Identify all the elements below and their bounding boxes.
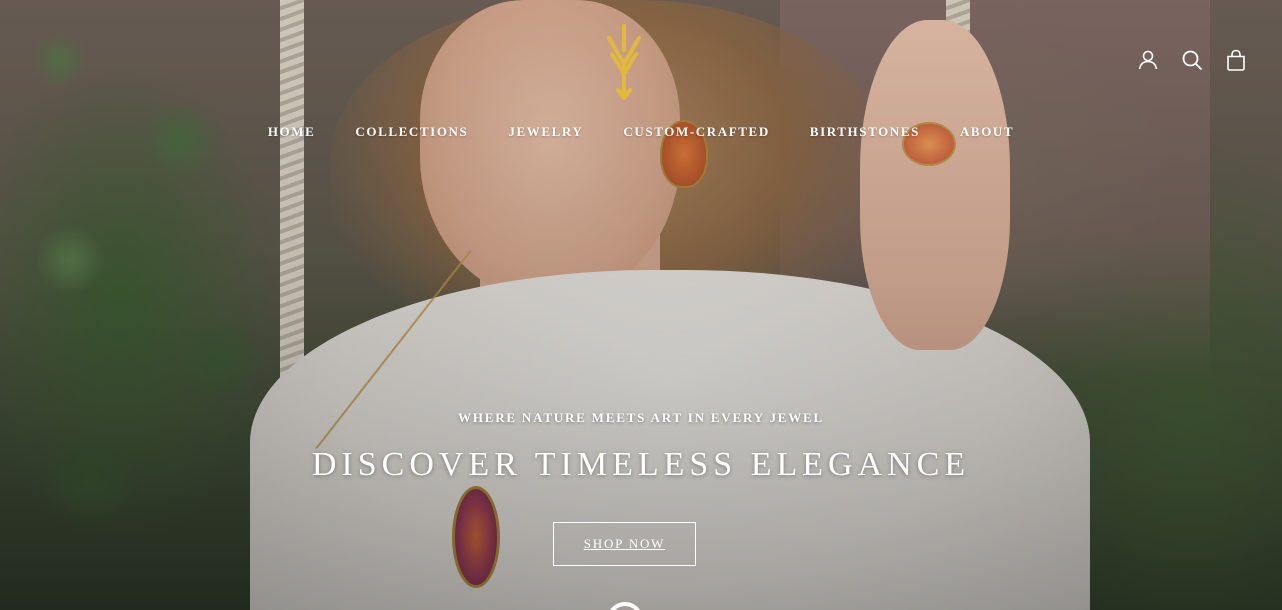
nav-item-custom-crafted[interactable]: CUSTOM-CRAFTED bbox=[623, 124, 769, 140]
brand-monogram-logo bbox=[607, 24, 641, 100]
hero-heading: DISCOVER TIMELESS ELEGANCE bbox=[311, 446, 971, 483]
brand-logo[interactable] bbox=[604, 24, 644, 100]
search-icon[interactable] bbox=[1180, 48, 1204, 72]
nav-item-home[interactable]: HOME bbox=[268, 124, 316, 140]
cart-icon[interactable] bbox=[1224, 48, 1248, 72]
nav-item-birthstones[interactable]: BIRTHSTONES bbox=[810, 124, 920, 140]
main-navigation: HOME COLLECTIONS JEWELRY CUSTOM-CRAFTED … bbox=[0, 124, 1282, 140]
nav-item-collections[interactable]: COLLECTIONS bbox=[355, 124, 468, 140]
hero-banner: HOME COLLECTIONS JEWELRY CUSTOM-CRAFTED … bbox=[0, 0, 1282, 610]
account-icon[interactable] bbox=[1136, 48, 1160, 72]
header-actions bbox=[1136, 48, 1248, 72]
nav-item-jewelry[interactable]: JEWELRY bbox=[508, 124, 583, 140]
hero-subheading: WHERE NATURE MEETS ART IN EVERY JEWEL bbox=[458, 410, 824, 425]
shop-now-button[interactable]: SHOP NOW bbox=[553, 522, 696, 566]
nav-item-about[interactable]: ABOUT bbox=[960, 124, 1014, 140]
